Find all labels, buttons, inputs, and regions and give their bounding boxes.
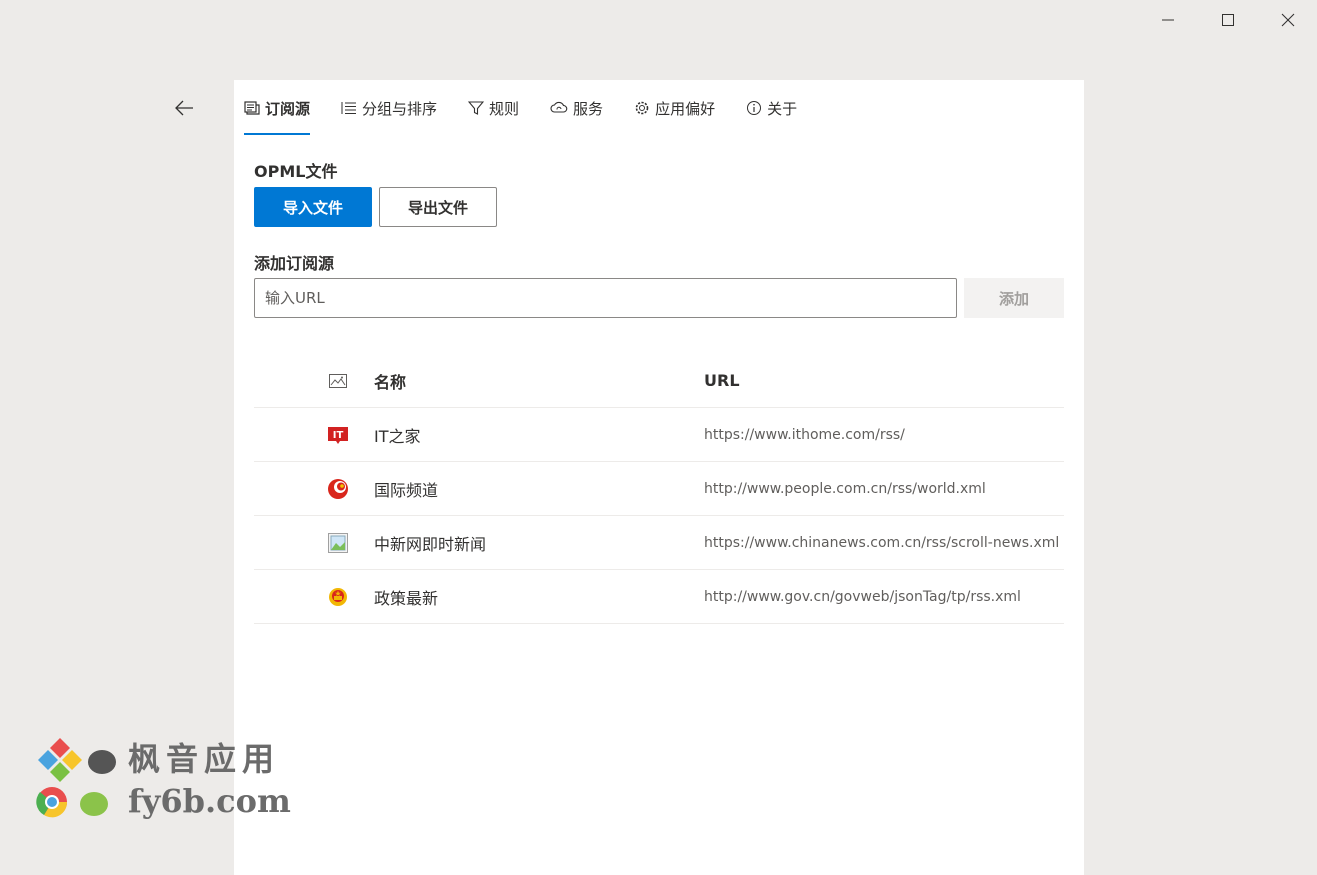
- maximize-icon: [1222, 14, 1234, 26]
- maximize-button[interactable]: [1205, 0, 1251, 40]
- table-row[interactable]: 政策最新 http://www.gov.cn/govweb/jsonTag/tp…: [254, 570, 1064, 624]
- column-header-name: 名称: [374, 372, 407, 392]
- feed-url: https://www.chinanews.com.cn/rss/scroll-…: [704, 534, 1060, 551]
- tab-label: 规则: [489, 99, 520, 118]
- feed-icon: [244, 101, 260, 115]
- national-emblem-icon: [328, 587, 348, 607]
- broken-image-icon: [328, 532, 348, 553]
- tab-groups[interactable]: 分组与排序: [341, 80, 437, 136]
- svg-text:IT: IT: [333, 430, 344, 441]
- close-button[interactable]: [1265, 0, 1311, 40]
- info-icon: [746, 100, 762, 116]
- feeds-table: 名称 URL IT IT之家 https://www.ithome.com/rs…: [254, 354, 1064, 624]
- tab-label: 服务: [573, 99, 604, 118]
- settings-panel: 订阅源 分组与排序 规则 服务 应用偏好 关于 OPML文件 导入文件 导出文件…: [234, 80, 1084, 875]
- minimize-button[interactable]: [1145, 0, 1191, 40]
- export-file-button[interactable]: 导出文件: [379, 187, 497, 227]
- tab-label: 应用偏好: [655, 99, 716, 118]
- feed-url: http://www.gov.cn/govweb/jsonTag/tp/rss.…: [704, 588, 1021, 605]
- watermark: 枫音应用 fy6b.com: [34, 734, 294, 824]
- feed-url: http://www.people.com.cn/rss/world.xml: [704, 480, 986, 497]
- tab-services[interactable]: 服务: [550, 80, 603, 136]
- feed-url: https://www.ithome.com/rss/: [704, 426, 905, 443]
- settings-tabs: 订阅源 分组与排序 规则 服务 应用偏好 关于: [244, 80, 828, 136]
- url-input[interactable]: [254, 278, 957, 318]
- tab-label: 分组与排序: [362, 99, 438, 118]
- image-icon: [328, 371, 348, 391]
- back-button[interactable]: [166, 90, 202, 126]
- close-icon: [1281, 13, 1295, 27]
- feed-name: 国际频道: [374, 480, 439, 500]
- feed-name: 中新网即时新闻: [374, 534, 487, 554]
- add-source-section-title: 添加订阅源: [254, 254, 335, 273]
- minimize-icon: [1162, 19, 1174, 21]
- import-file-button[interactable]: 导入文件: [254, 187, 372, 227]
- gear-icon: [634, 100, 650, 116]
- cloud-sync-icon: [550, 101, 568, 115]
- tab-label: 关于: [767, 99, 798, 118]
- watermark-url: fy6b.com: [128, 782, 291, 820]
- tab-preferences[interactable]: 应用偏好: [634, 80, 715, 136]
- tab-rules[interactable]: 规则: [468, 80, 519, 136]
- ithome-logo-icon: IT: [328, 425, 348, 445]
- opml-section-title: OPML文件: [254, 162, 338, 181]
- back-arrow-icon: [175, 100, 193, 116]
- tab-about[interactable]: 关于: [746, 80, 797, 136]
- filter-icon: [468, 101, 485, 115]
- table-row[interactable]: IT IT之家 https://www.ithome.com/rss/: [254, 408, 1064, 462]
- column-header-url: URL: [704, 371, 740, 390]
- list-icon: [341, 101, 357, 115]
- people-logo-icon: [328, 478, 348, 499]
- feed-name: 政策最新: [374, 588, 439, 608]
- watermark-logo-icon: [36, 738, 116, 818]
- add-button[interactable]: 添加: [964, 278, 1064, 318]
- feed-name: IT之家: [374, 426, 421, 446]
- table-row[interactable]: 中新网即时新闻 https://www.chinanews.com.cn/rss…: [254, 516, 1064, 570]
- watermark-text: 枫音应用: [128, 740, 281, 778]
- tab-label: 订阅源: [265, 99, 311, 118]
- table-header: 名称 URL: [254, 354, 1064, 408]
- table-row[interactable]: 国际频道 http://www.people.com.cn/rss/world.…: [254, 462, 1064, 516]
- tab-feeds[interactable]: 订阅源: [244, 80, 311, 136]
